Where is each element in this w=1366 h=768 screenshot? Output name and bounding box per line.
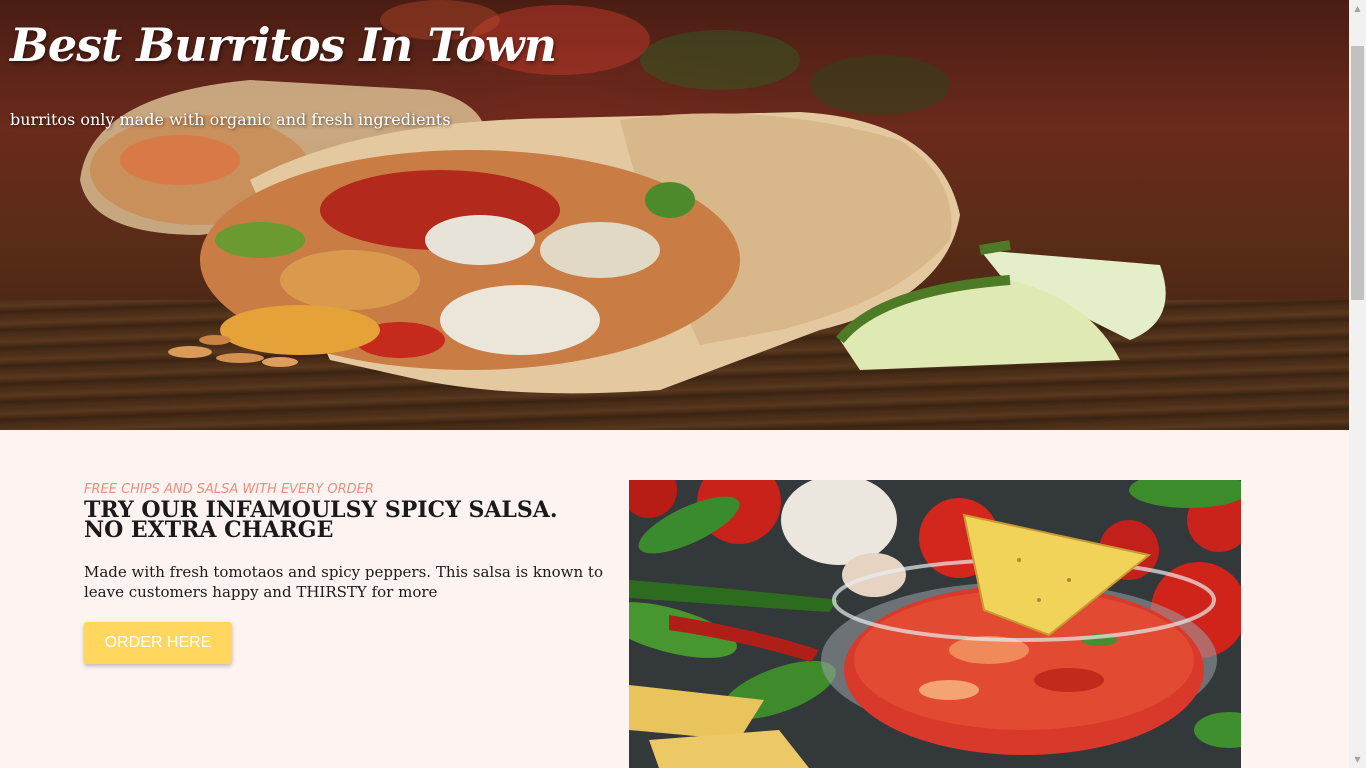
promo-eyebrow: FREE CHIPS AND SALSA WITH EVERY ORDER <box>84 482 374 497</box>
salsa-promo: FREE CHIPS AND SALSA WITH EVERY ORDER TR… <box>84 480 614 664</box>
page-scrollbar[interactable]: ▲ ▼ <box>1349 0 1366 768</box>
scroll-up-arrow-icon[interactable]: ▲ <box>1349 0 1366 17</box>
salsa-image <box>629 480 1241 768</box>
scroll-down-arrow-icon[interactable]: ▼ <box>1349 751 1366 768</box>
hero-banner: Best Burritos In Town burritos only made… <box>0 0 1349 430</box>
site-title: Best Burritos In Town <box>10 18 557 72</box>
scrollbar-thumb[interactable] <box>1351 46 1364 300</box>
salsa-photo <box>629 480 1241 768</box>
promo-description: Made with fresh tomotaos and spicy peppe… <box>84 563 603 601</box>
order-here-button[interactable]: ORDER HERE <box>84 622 232 664</box>
site-subtitle: burritos only made with organic and fres… <box>10 110 451 129</box>
promo-heading: TRY OUR INFAMOULSY SPICY SALSA. NO EXTRA… <box>84 497 558 543</box>
